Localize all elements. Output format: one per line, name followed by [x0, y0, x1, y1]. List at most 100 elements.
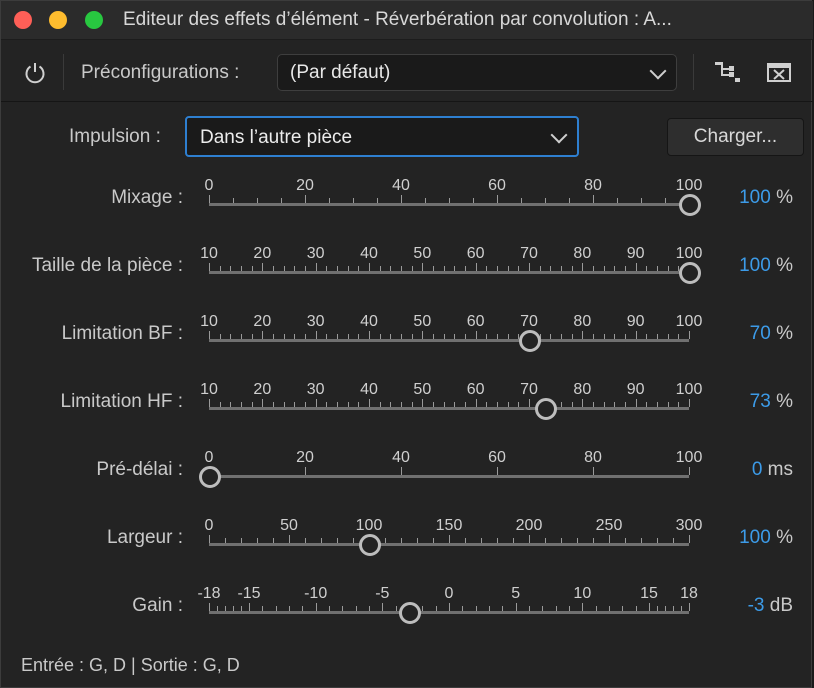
tick-mark-minor [609, 606, 610, 611]
tick-mark [689, 467, 690, 475]
tick-mark-minor [571, 402, 573, 407]
tick-label: 80 [573, 245, 592, 262]
value-readout[interactable]: 100 % [701, 255, 793, 277]
tick-mark-minor [305, 402, 306, 407]
tick-mark-minor [390, 266, 392, 271]
readout-value: 100 [739, 255, 771, 276]
value-readout[interactable]: 100 % [701, 527, 793, 549]
slider-row: Limitation BF : 10 20 30 40 50 60 70 80 90 100 70 % [1, 303, 813, 363]
tick-label: 90 [626, 381, 645, 398]
presets-dropdown[interactable]: (Par défaut) [277, 54, 677, 91]
readout-unit: ms [767, 459, 793, 480]
presets-value: (Par défaut) [290, 62, 391, 83]
slider-track[interactable]: 10 20 30 40 50 60 70 80 90 100 [200, 313, 702, 342]
tick-mark-minor [625, 538, 626, 543]
tick-mark-minor [233, 198, 234, 203]
tick-mark-minor [337, 334, 338, 339]
chevron-down-icon [550, 126, 568, 144]
tick-mark [305, 195, 306, 203]
close-panel-icon[interactable] [765, 61, 793, 83]
tick-mark [262, 263, 264, 271]
value-readout[interactable]: 0 ms [701, 459, 793, 481]
slider-thumb[interactable] [519, 330, 541, 352]
slider-track[interactable]: -18 -15 -10 -5 0 5 10 15 18 [197, 585, 698, 614]
tick-mark-minor [251, 266, 253, 271]
tick-mark-minor [545, 198, 546, 203]
tick-label: 20 [296, 177, 314, 194]
tick-label: 40 [360, 245, 378, 262]
slider-thumb[interactable] [679, 194, 701, 216]
tick-mark-minor [641, 198, 642, 203]
slider-label: Pré-délai : [96, 459, 183, 480]
tick-mark-minor [342, 606, 344, 611]
tick-mark-minor [614, 266, 616, 271]
tick-label: 100 [675, 245, 703, 262]
tick-label: 50 [413, 313, 432, 330]
tick-mark-minor [513, 538, 514, 543]
tick-mark-minor [225, 606, 226, 611]
tick-mark-minor [217, 606, 218, 611]
close-window-button[interactable] [14, 11, 32, 29]
tick-mark-minor [219, 266, 221, 271]
channel-routing-icon[interactable] [713, 59, 741, 83]
tick-mark-minor [465, 266, 466, 271]
slider-track[interactable]: 0 20 40 60 80 100 [205, 177, 702, 206]
slider-track[interactable]: 0 20 40 60 80 100 [205, 449, 702, 478]
slider-thumb[interactable] [535, 398, 557, 420]
value-readout[interactable]: -3 dB [701, 595, 793, 617]
slider-label: Mixage : [111, 187, 183, 208]
tick-mark-minor [283, 334, 285, 339]
tick-label: 40 [360, 381, 378, 398]
value-readout[interactable]: 100 % [701, 187, 793, 209]
tick-mark-minor [454, 266, 456, 271]
slider-label: Limitation BF : [61, 323, 183, 344]
value-readout[interactable]: 73 % [701, 391, 793, 413]
tick-mark-minor [425, 198, 426, 203]
tick-mark-minor [614, 334, 616, 339]
slider-track[interactable]: 0 50 100 150 200 250 300 [205, 517, 702, 546]
tick-mark-minor [230, 402, 232, 407]
power-icon[interactable] [23, 61, 47, 85]
tick-label: 20 [296, 449, 314, 466]
impulse-label: Impulsion : [69, 126, 161, 147]
load-button[interactable]: Charger... [667, 118, 804, 156]
tick-mark-minor [379, 266, 381, 271]
maximize-window-button[interactable] [85, 11, 103, 29]
tick-mark [401, 195, 402, 203]
impulse-dropdown[interactable]: Dans l’autre pièce [185, 116, 579, 157]
tick-mark [262, 331, 264, 339]
minimize-window-button[interactable] [49, 11, 67, 29]
tick-label: -10 [304, 585, 328, 602]
tick-mark-minor [550, 334, 552, 339]
tick-mark-minor [678, 334, 680, 339]
tick-mark-minor [646, 266, 648, 271]
tick-mark-minor [454, 402, 456, 407]
tick-mark [529, 263, 530, 271]
tick-mark-minor [465, 402, 466, 407]
slider-thumb[interactable] [399, 602, 421, 624]
tick-mark-minor [273, 334, 274, 339]
tick-mark [315, 263, 317, 271]
tick-label: 5 [511, 585, 521, 602]
tick-mark-minor [294, 402, 296, 407]
tick-label: -5 [375, 585, 390, 602]
value-readout[interactable]: 70 % [701, 323, 793, 345]
tick-mark-minor [465, 334, 466, 339]
toolbar-divider [693, 54, 694, 90]
tick-mark-minor [681, 606, 682, 611]
tick-mark [475, 331, 477, 339]
readout-value: 100 [739, 527, 771, 548]
tick-mark-minor [657, 266, 658, 271]
toolbar-divider [63, 54, 64, 90]
slider-thumb[interactable] [679, 262, 701, 284]
slider-track[interactable]: 10 20 30 40 50 60 70 80 90 100 [200, 381, 702, 410]
title-bar[interactable]: Editeur des effets d’élément - Réverbéra… [1, 1, 813, 40]
tick-label: 250 [595, 517, 623, 534]
tick-mark-minor [241, 402, 242, 407]
slider-thumb[interactable] [199, 466, 221, 488]
slider-thumb[interactable] [359, 534, 381, 556]
tick-mark [582, 331, 584, 339]
slider-track[interactable]: 10 20 30 40 50 60 70 80 90 100 [200, 245, 702, 274]
tick-mark-minor [219, 334, 221, 339]
tick-mark-minor [571, 266, 573, 271]
